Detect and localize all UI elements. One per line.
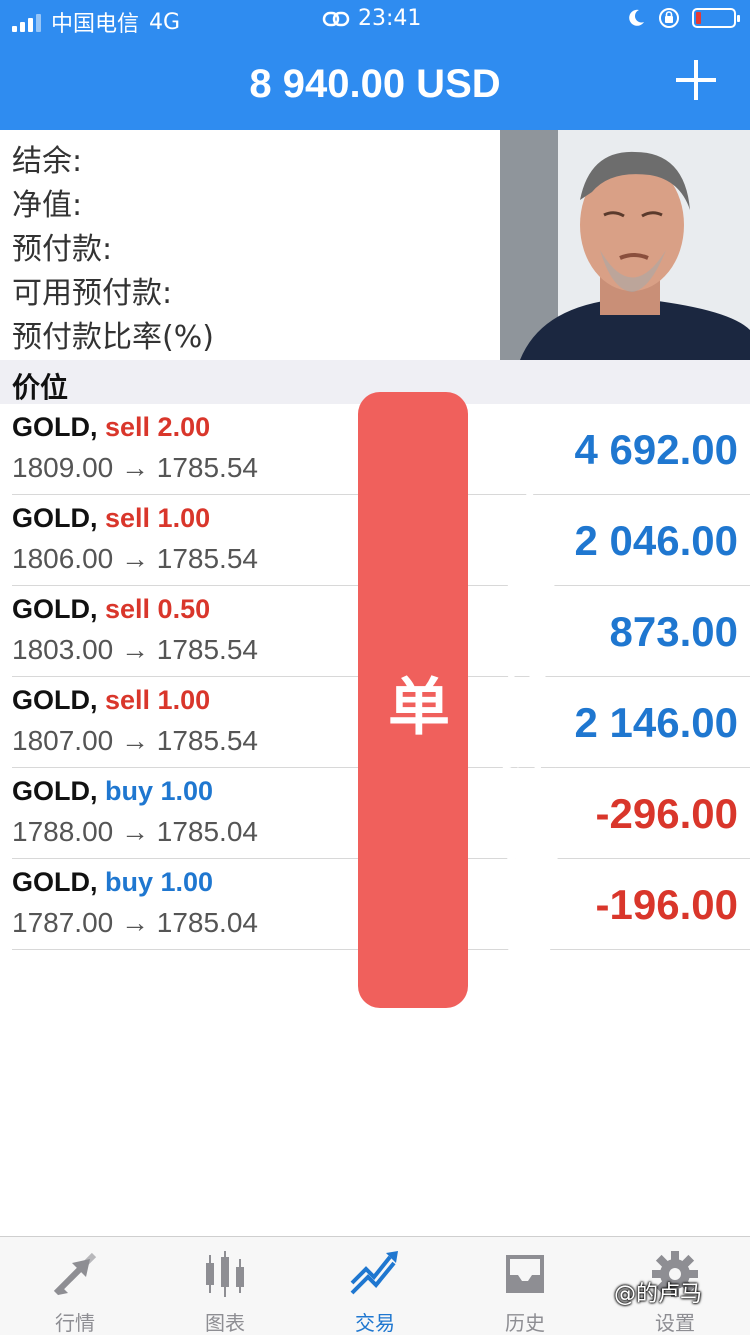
position-symbol: GOLD, — [12, 503, 98, 533]
position-prices: 1806.00 → 1785.54 — [12, 543, 258, 574]
position-prices: 1787.00 → 1785.04 — [12, 907, 258, 938]
position-side: sell 0.50 — [105, 594, 211, 624]
status-bar: 中国电信 4G 23:41 — [0, 0, 750, 40]
rotation-lock-icon — [659, 8, 679, 28]
position-prices: 1807.00 → 1785.54 — [12, 725, 258, 756]
tab-label: 行情 — [55, 1311, 95, 1335]
status-time-group: 23:41 — [322, 6, 421, 31]
tab-chart[interactable]: 图表 — [150, 1237, 300, 1335]
caption-overlay: 牛不牛这操作这空单 — [358, 392, 560, 1008]
equity-label: 净值: — [12, 188, 83, 223]
status-left: 中国电信 4G — [12, 6, 180, 38]
quotes-arrows-icon — [53, 1252, 97, 1296]
position-prices: 1809.00 → 1785.54 — [12, 452, 258, 483]
plus-icon[interactable] — [672, 56, 720, 104]
position-side: sell 1.00 — [105, 503, 211, 533]
position-side: sell 1.00 — [105, 685, 211, 715]
position-profit: -296.00 — [595, 790, 738, 837]
position-side: sell 2.00 — [105, 412, 211, 442]
tab-label: 历史 — [505, 1311, 545, 1335]
clock-time: 23:41 — [358, 6, 422, 31]
tab-trade[interactable]: 交易 — [300, 1237, 450, 1335]
carrier-name: 中国电信 — [51, 12, 140, 37]
history-inbox-icon — [506, 1255, 544, 1293]
link-icon — [322, 11, 350, 26]
position-symbol: GOLD, — [12, 412, 98, 442]
watermark: @的卢马 — [614, 1282, 703, 1307]
position-symbol: GOLD, — [12, 685, 98, 715]
free-margin-label: 可用预付款: — [12, 276, 173, 311]
network-type: 4G — [149, 9, 181, 35]
candlestick-chart-icon — [206, 1251, 244, 1297]
position-symbol: GOLD, — [12, 776, 98, 806]
position-side: buy 1.00 — [105, 776, 214, 806]
caption-text: 牛不牛这操作这空单 — [377, 436, 560, 980]
tab-quotes[interactable]: 行情 — [0, 1237, 150, 1335]
navigation-bar: 8 940.00 USD — [0, 40, 750, 130]
balance-label: 结余: — [12, 144, 83, 179]
status-right — [626, 7, 740, 29]
position-profit: 2 146.00 — [574, 699, 739, 746]
tab-label: 设置 — [655, 1311, 695, 1335]
tab-label: 图表 — [205, 1311, 245, 1335]
position-prices: 1803.00 → 1785.54 — [12, 634, 258, 665]
position-profit: -196.00 — [595, 881, 738, 928]
position-side: buy 1.00 — [105, 867, 214, 897]
position-profit: 873.00 — [609, 608, 738, 655]
signal-strength-icon — [12, 12, 41, 32]
margin-level-label: 预付款比率(%) — [12, 320, 214, 355]
account-balance-title: 8 940.00 USD — [249, 62, 501, 106]
positions-section-title: 价位 — [12, 371, 69, 404]
position-profit: 2 046.00 — [574, 517, 739, 564]
margin-label: 预付款: — [12, 232, 113, 267]
reaction-photo — [500, 130, 750, 360]
position-profit: 4 692.00 — [574, 426, 739, 473]
position-symbol: GOLD, — [12, 594, 98, 624]
battery-icon — [692, 8, 740, 28]
tab-history[interactable]: 历史 — [450, 1237, 600, 1335]
moon-icon — [629, 9, 644, 26]
tab-label: 交易 — [355, 1311, 395, 1335]
trade-trend-icon — [350, 1251, 398, 1295]
position-prices: 1788.00 → 1785.04 — [12, 816, 258, 847]
position-symbol: GOLD, — [12, 867, 98, 897]
